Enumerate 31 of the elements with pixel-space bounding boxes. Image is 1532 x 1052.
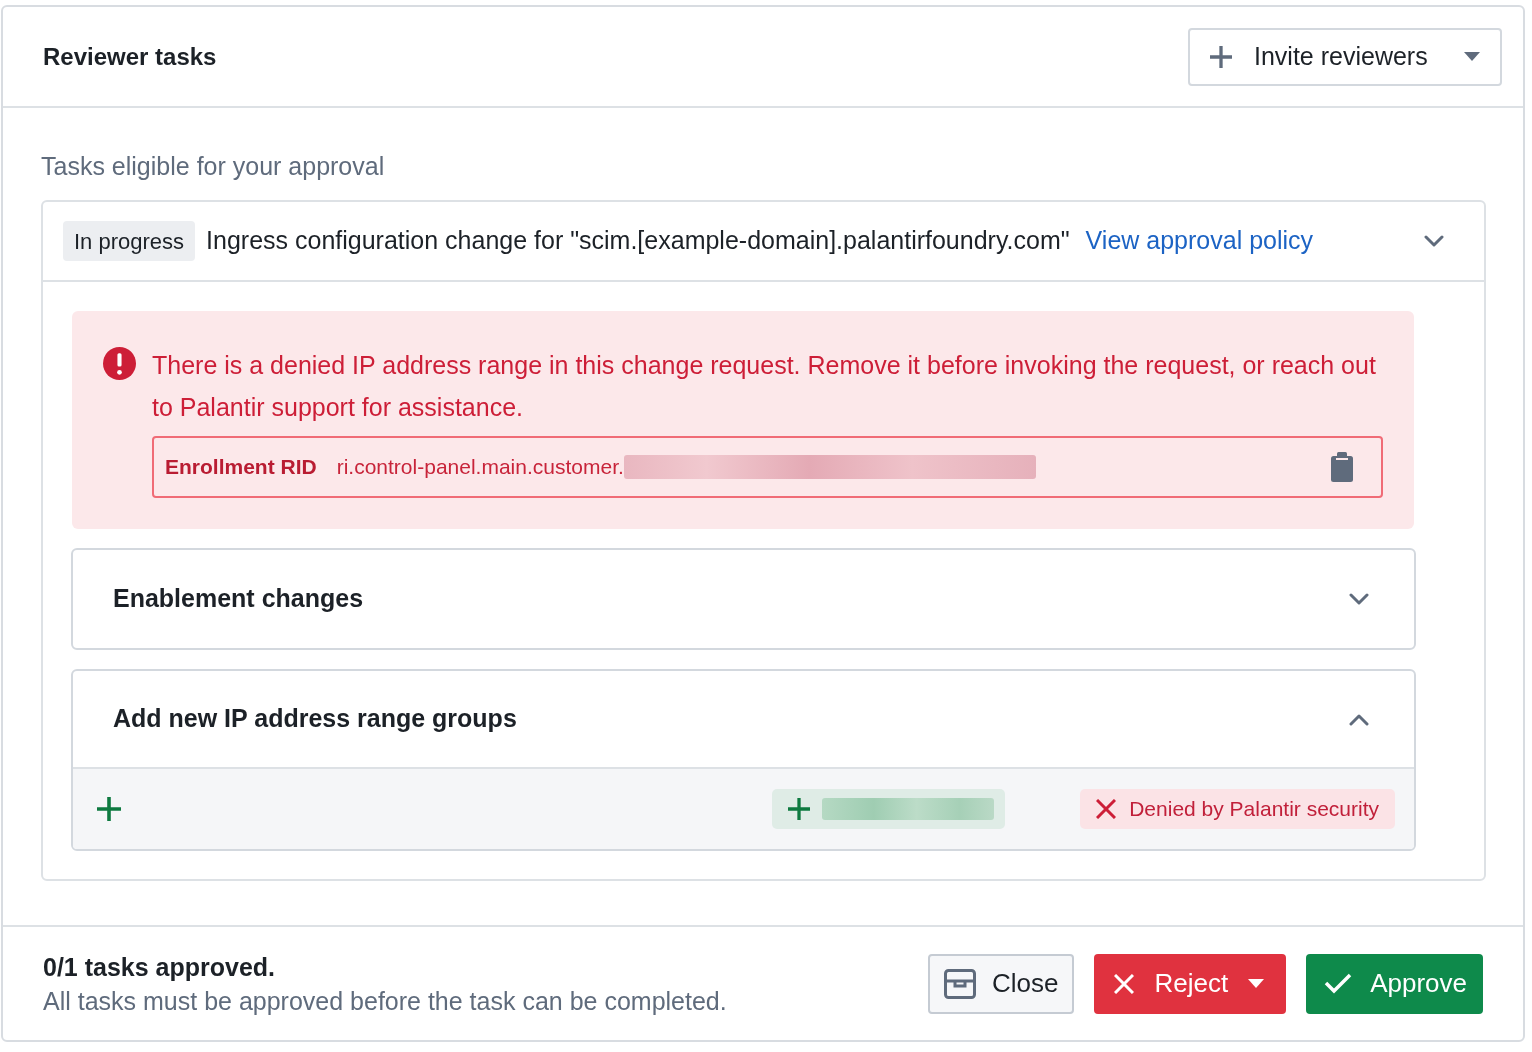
- x-icon: [1114, 973, 1135, 994]
- archive-box-icon: [943, 968, 976, 999]
- plus-icon: [788, 798, 811, 820]
- chevron-down-icon[interactable]: [1349, 592, 1369, 606]
- group-title[interactable]: Add new IP address range groups: [113, 700, 517, 738]
- field-value: ri.control-panel.main.customer.: [336, 454, 624, 481]
- approval-summary: 0/1 tasks approved.: [43, 951, 277, 983]
- panel-title: Reviewer tasks: [43, 41, 217, 72]
- close-button[interactable]: Close: [927, 953, 1075, 1014]
- x-icon: [1096, 799, 1117, 819]
- section-label: Tasks eligible for your approval: [41, 151, 386, 182]
- approval-note: All tasks must be approved before the task can be completed.: [43, 985, 727, 1017]
- plus-icon: [97, 797, 121, 821]
- error-message: There is a denied IP address range in this change request. Remove it before invoking the request, or reach out to Palantir support for assistance.: [152, 350, 1377, 423]
- clipboard-icon[interactable]: [1331, 452, 1353, 482]
- checkmark-icon: [1324, 973, 1353, 994]
- invite-reviewers-button[interactable]: Invite reviewers: [1188, 27, 1502, 86]
- group-title[interactable]: Enablement changes: [113, 580, 364, 618]
- task-title: Ingress configuration change for "scim.[example-domain].palantirfoundry.com": [206, 225, 1070, 257]
- chevron-up-icon[interactable]: [1349, 712, 1369, 726]
- status-text: Denied by Palantir security: [1129, 796, 1379, 823]
- plus-icon: [1210, 45, 1232, 68]
- view-approval-policy-link[interactable]: View approval policy: [1085, 222, 1314, 260]
- field-label: Enrollment RID: [165, 454, 317, 481]
- reject-button[interactable]: Reject: [1094, 953, 1287, 1014]
- caret-icon: [1248, 979, 1265, 988]
- chevron-down-icon[interactable]: [1424, 234, 1444, 248]
- caret-icon: [1464, 52, 1480, 61]
- approve-button[interactable]: Approve: [1306, 953, 1483, 1014]
- status-badge: In progress: [63, 221, 196, 261]
- error-alert-icon: [103, 347, 136, 380]
